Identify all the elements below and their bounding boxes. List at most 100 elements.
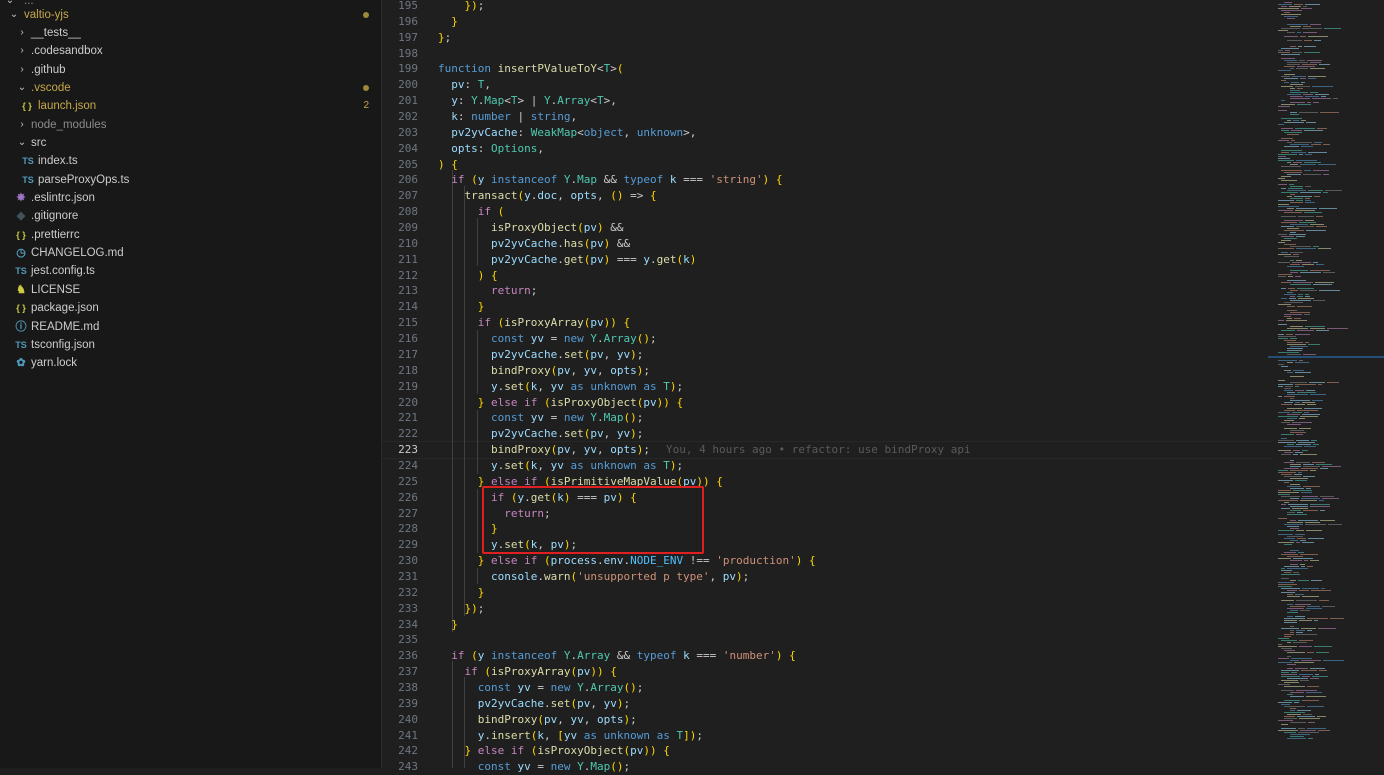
code-line[interactable]: 242 } else if (isProxyObject(pv)) { <box>382 743 1272 759</box>
code-line[interactable]: 216 const yv = new Y.Array(); <box>382 331 1272 347</box>
tree-file-yarn-lock[interactable]: ✿ yarn.lock <box>0 354 381 372</box>
code-line[interactable]: 233 }); <box>382 601 1272 617</box>
code-line[interactable]: 230 } else if (process.env.NODE_ENV !== … <box>382 553 1272 569</box>
code-line[interactable]: 202 k: number | string, <box>382 109 1272 125</box>
tree-folder-github[interactable]: › .github <box>0 61 381 79</box>
tree-file-license[interactable]: ♞ LICENSE <box>0 281 381 299</box>
code-line[interactable]: 236 if (y instanceof Y.Array && typeof k… <box>382 648 1272 664</box>
code-line[interactable]: 212 ) { <box>382 268 1272 284</box>
minimap-line <box>1300 78 1306 79</box>
tree-file-readme[interactable]: ⓘ README.md <box>0 318 381 336</box>
tree-folder-src[interactable]: ⌄ src <box>0 134 381 152</box>
code-line[interactable]: 220 } else if (isProxyObject(pv)) { <box>382 395 1272 411</box>
minimap-line <box>1295 594 1304 595</box>
minimap-line <box>1290 252 1303 253</box>
tree-file-changelog[interactable]: ◷ CHANGELOG.md <box>0 244 381 262</box>
code-line[interactable]: 204 opts: Options, <box>382 141 1272 157</box>
tree-file-tsconfig[interactable]: TS tsconfig.json <box>0 336 381 354</box>
minimap[interactable] <box>1272 0 1384 768</box>
line-number: 221 <box>398 411 418 425</box>
code-line[interactable]: 205) { <box>382 157 1272 173</box>
minimap-line <box>1278 470 1288 471</box>
code-line[interactable]: 195 }); <box>382 0 1272 14</box>
minimap-line <box>1281 28 1300 29</box>
code-line[interactable]: 222 pv2yvCache.set(pv, yv); <box>382 426 1272 442</box>
code-line[interactable]: 199 function insertPValueToY<T>( <box>382 61 1272 77</box>
tree-folder-vscode[interactable]: ⌄ .vscode <box>0 79 381 97</box>
minimap-line <box>1305 342 1309 343</box>
code-line[interactable]: 214 } <box>382 299 1272 315</box>
code-line[interactable]: 197}; <box>382 30 1272 46</box>
code-text: pv2yvCache.set(pv, yv); <box>477 696 631 710</box>
code-line[interactable]: 243 const yv = new Y.Map(); <box>382 759 1272 775</box>
code-line[interactable]: 231 console.warn('unsupported p type', p… <box>382 569 1272 585</box>
code-line[interactable]: 218 bindProxy(pv, yv, opts); <box>382 363 1272 379</box>
code-line[interactable]: 207 transact(y.doc, opts, () => { <box>382 188 1272 204</box>
code-line[interactable]: 215 if (isProxyArray(pv)) { <box>382 315 1272 331</box>
minimap-scroll-marker[interactable] <box>1268 356 1384 358</box>
minimap-line <box>1281 104 1295 105</box>
code-line[interactable]: 206 if (y instanceof Y.Map && typeof k =… <box>382 172 1272 188</box>
code-line[interactable]: 219 y.set(k, yv as unknown as T); <box>382 379 1272 395</box>
code-line[interactable]: 203 pv2yvCache: WeakMap<object, unknown>… <box>382 125 1272 141</box>
tree-folder-codesandbox[interactable]: › .codesandbox <box>0 42 381 60</box>
minimap-line <box>1284 622 1297 623</box>
code-line[interactable]: 196 } <box>382 14 1272 30</box>
code-line[interactable]: 223 bindProxy(pv, yv, opts); You, 4 hours… <box>382 442 1272 458</box>
minimap-line <box>1287 372 1293 373</box>
code-editor[interactable]: 195 }); 196 } 197}; 198 199 function insertPV… <box>382 0 1384 773</box>
tree-file-eslintrc[interactable]: ✸ .eslintrc.json <box>0 189 381 207</box>
line-number: 200 <box>398 78 418 92</box>
code-line[interactable]: 208 if ( <box>382 204 1272 220</box>
minimap-line <box>1294 196 1312 197</box>
code-line[interactable]: 217 pv2yvCache.set(pv, yv); <box>382 347 1272 363</box>
code-line[interactable]: 238 const yv = new Y.Array(); <box>382 680 1272 696</box>
tree-file-package-json[interactable]: { } package.json <box>0 299 381 317</box>
minimap-line <box>1284 482 1289 483</box>
minimap-line <box>1290 630 1294 631</box>
chevron-right-icon: › <box>20 119 24 130</box>
tree-file-parseproxyops-ts[interactable]: TS parseProxyOps.ts <box>0 171 381 189</box>
code-line[interactable]: 241 y.insert(k, [yv as unknown as T]); <box>382 728 1272 744</box>
code-line[interactable]: 237 if (isProxyArray(pv)) { <box>382 664 1272 680</box>
red-annotation-box <box>482 486 704 554</box>
code-line[interactable]: 239 pv2yvCache.set(pv, yv); <box>382 696 1272 712</box>
tree-file-index-ts[interactable]: TS index.ts <box>0 152 381 170</box>
minimap-line <box>1295 386 1299 387</box>
tree-file-prettierrc[interactable]: { } .prettierrc <box>0 226 381 244</box>
code-line[interactable]: 221 const yv = new Y.Map(); <box>382 410 1272 426</box>
line-number: 212 <box>398 268 418 282</box>
code-line[interactable]: 201 y: Y.Map<T> | Y.Array<T>, <box>382 93 1272 109</box>
tree-folder-tests[interactable]: › __tests__ <box>0 24 381 42</box>
minimap-line <box>1317 716 1326 717</box>
code-text: y: Y.Map<T> | Y.Array<T>, <box>451 94 617 108</box>
tree-file-jest-config[interactable]: TS jest.config.ts <box>0 262 381 280</box>
minimap-line <box>1281 288 1286 289</box>
code-line[interactable]: 209 isProxyObject(pv) && <box>382 220 1272 236</box>
minimap-line <box>1300 416 1318 417</box>
minimap-line <box>1302 414 1320 415</box>
tree-folder-valtio-yjs[interactable]: ⌄ valtio-yjs <box>0 6 381 24</box>
code-line[interactable]: 240 bindProxy(pv, yv, opts); <box>382 712 1272 728</box>
code-line[interactable]: 210 pv2yvCache.has(pv) && <box>382 236 1272 252</box>
code-line[interactable]: 213 return; <box>382 283 1272 299</box>
code-line[interactable]: 211 pv2yvCache.get(pv) === y.get(k) <box>382 252 1272 268</box>
code-line[interactable]: 234 } <box>382 617 1272 633</box>
code-line[interactable]: 235 <box>382 632 1272 648</box>
minimap-line <box>1278 416 1298 417</box>
minimap-line <box>1300 730 1316 731</box>
minimap-line <box>1313 246 1319 247</box>
minimap-line <box>1316 264 1324 265</box>
minimap-line <box>1296 530 1304 531</box>
tree-folder-node-modules[interactable]: › node_modules <box>0 116 381 134</box>
tree-file-gitignore[interactable]: ◆ .gitignore <box>0 207 381 225</box>
minimap-line <box>1297 296 1303 297</box>
tree-file-launch-json[interactable]: { } launch.json 2 <box>0 97 381 115</box>
chevron-down-icon: ⌄ <box>17 137 27 148</box>
code-line[interactable]: 232 } <box>382 585 1272 601</box>
code-line[interactable]: 224 y.set(k, yv as unknown as T); <box>382 458 1272 474</box>
minimap-line <box>1278 534 1293 535</box>
code-line[interactable]: 200 pv: T, <box>382 77 1272 93</box>
code-line[interactable]: 198 <box>382 46 1272 62</box>
minimap-line <box>1284 476 1301 477</box>
